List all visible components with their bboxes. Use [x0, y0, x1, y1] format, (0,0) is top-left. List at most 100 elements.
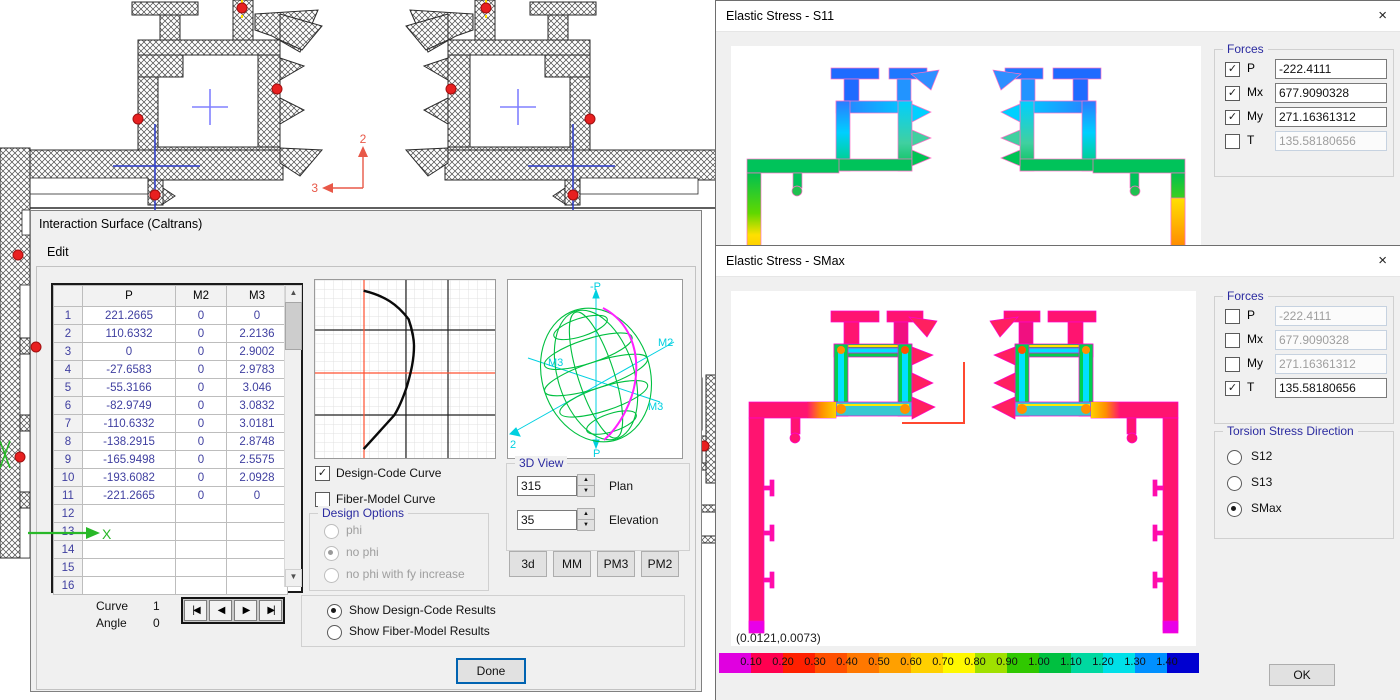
s11-window-title: Elastic Stress - S11	[726, 9, 834, 23]
table-row[interactable]: 4-27.658302.9783	[54, 361, 288, 379]
scroll-thumb[interactable]	[285, 302, 302, 350]
smax-radio[interactable]	[1227, 502, 1242, 517]
p-force-value-field[interactable]: -222.4111	[1275, 59, 1387, 79]
my-force-checkbox[interactable]	[1225, 357, 1240, 372]
table-scrollbar[interactable]: ▲ ▼	[284, 285, 301, 587]
color-scale-label: 1.40	[1156, 656, 1177, 668]
scroll-down-icon[interactable]: ▼	[285, 569, 302, 587]
p-force-checkbox[interactable]	[1225, 62, 1240, 77]
table-row[interactable]: 11-221.266500	[54, 487, 288, 505]
s11-stress-plot[interactable]	[731, 46, 1201, 246]
t-force-checkbox[interactable]	[1225, 134, 1240, 149]
table-row[interactable]: 14	[54, 541, 288, 559]
table-row[interactable]: 3002.9002	[54, 343, 288, 361]
elevation-label: Elevation	[609, 513, 658, 527]
my-force-value-field[interactable]: 271.16361312	[1275, 107, 1387, 127]
phi-radio[interactable]	[324, 524, 339, 539]
my-force-label: My	[1247, 109, 1263, 123]
view-3d-group: 3D View 315 ▲ ▼ Plan 35 ▲ ▼ Elevation	[506, 463, 690, 551]
ok-button[interactable]: OK	[1269, 664, 1335, 686]
table-row[interactable]: 16	[54, 577, 288, 595]
view-pm2-button[interactable]: PM2	[641, 551, 679, 577]
view-3d-title: 3D View	[515, 456, 567, 470]
interaction-surface-3d-view[interactable]: -P P M2 M3 M3 2	[507, 279, 683, 459]
mx-force-checkbox[interactable]	[1225, 333, 1240, 348]
show-fiber-model-radio[interactable]	[327, 625, 342, 640]
color-scale-label: 1.00	[1028, 656, 1049, 668]
color-scale-label: 1.20	[1092, 656, 1113, 668]
view-pm3-button[interactable]: PM3	[597, 551, 635, 577]
table-row[interactable]: 5-55.316603.046	[54, 379, 288, 397]
interaction-curve-plot[interactable]	[314, 279, 496, 459]
menu-edit[interactable]: Edit	[47, 245, 69, 259]
fiber-model-curve-checkbox[interactable]	[315, 492, 330, 507]
stress-color-scale: 0.100.200.300.400.500.600.700.800.901.00…	[719, 653, 1199, 673]
no-phi-fy-radio[interactable]	[324, 568, 339, 583]
mx-force-value-field[interactable]: 677.9090328	[1275, 83, 1387, 103]
mx-force-value-field[interactable]: 677.9090328	[1275, 330, 1387, 350]
p-force-checkbox[interactable]	[1225, 309, 1240, 324]
interaction-table-body: 1221.2665002110.633202.21363002.90024-27…	[54, 307, 288, 595]
axis-label-corner: 2	[510, 439, 516, 451]
view-buttons-row: 3dMMPM3PM2	[509, 551, 679, 577]
mx-force-label: Mx	[1247, 332, 1263, 346]
first-curve-button[interactable]: |◀	[184, 600, 207, 621]
color-scale-label: 0.80	[964, 656, 985, 668]
s11-forces-group: Forces P-222.4111Mx677.9090328My271.1636…	[1214, 49, 1394, 177]
view-3d-button[interactable]: 3d	[509, 551, 547, 577]
color-scale-label: 0.60	[900, 656, 921, 668]
show-design-code-label: Show Design-Code Results	[349, 603, 496, 617]
color-scale-label: 0.10	[740, 656, 761, 668]
smax-stress-plot[interactable]: (0.0121,0.0073)	[731, 291, 1196, 646]
mx-force-checkbox[interactable]	[1225, 86, 1240, 101]
prev-curve-button[interactable]: ◀	[209, 600, 232, 621]
next-curve-button[interactable]: ▶	[234, 600, 257, 621]
view-mm-button[interactable]: MM	[553, 551, 591, 577]
t-force-checkbox[interactable]	[1225, 381, 1240, 396]
my-force-value-field[interactable]: 271.16361312	[1275, 354, 1387, 374]
smax-titlebar[interactable]: Elastic Stress - SMax ×	[716, 246, 1400, 277]
plan-angle-field[interactable]: 315	[517, 476, 577, 496]
last-curve-button[interactable]: ▶|	[259, 600, 282, 621]
p-force-value-field[interactable]: -222.4111	[1275, 306, 1387, 326]
axis-label-left-m3: M3	[548, 357, 563, 369]
s12-radio-label: S12	[1251, 449, 1272, 463]
scroll-up-icon[interactable]: ▲	[285, 285, 302, 303]
close-icon[interactable]: ×	[1378, 7, 1387, 24]
table-row[interactable]: 15	[54, 559, 288, 577]
table-row[interactable]: 9-165.949802.5575	[54, 451, 288, 469]
centroid-cross-icon	[192, 89, 536, 125]
torsion-direction-title: Torsion Stress Direction	[1223, 424, 1358, 438]
table-row[interactable]: 13	[54, 523, 288, 541]
elevation-spin-down-icon[interactable]: ▼	[577, 519, 595, 531]
show-design-code-radio[interactable]	[327, 604, 342, 619]
color-scale-label: 0.70	[932, 656, 953, 668]
table-row[interactable]: 1221.266500	[54, 307, 288, 325]
color-scale-label: 0.50	[868, 656, 889, 668]
t-force-label: T	[1247, 380, 1254, 394]
p-force-label: P	[1247, 61, 1255, 75]
close-icon[interactable]: ×	[1378, 252, 1387, 269]
elevation-angle-field[interactable]: 35	[517, 510, 577, 530]
table-row[interactable]: 2110.633202.2136	[54, 325, 288, 343]
curve-navigator: |◀ ◀ ▶ ▶|	[181, 597, 285, 624]
s12-radio[interactable]	[1227, 450, 1242, 465]
p-force-label: P	[1247, 308, 1255, 322]
t-force-value-field[interactable]: 135.58180656	[1275, 378, 1387, 398]
my-force-checkbox[interactable]	[1225, 110, 1240, 125]
interaction-table: P M2 M3 1221.2665002110.633202.21363002.…	[51, 283, 303, 593]
no-phi-radio[interactable]	[324, 546, 339, 561]
s13-radio[interactable]	[1227, 476, 1242, 491]
s11-titlebar[interactable]: Elastic Stress - S11 ×	[716, 1, 1400, 32]
design-code-curve-checkbox[interactable]	[315, 466, 330, 481]
table-row[interactable]: 10-193.608202.0928	[54, 469, 288, 487]
plan-spin-down-icon[interactable]: ▼	[577, 485, 595, 497]
table-row[interactable]: 7-110.633203.0181	[54, 415, 288, 433]
t-force-value-field[interactable]: 135.58180656	[1275, 131, 1387, 151]
table-row[interactable]: 12	[54, 505, 288, 523]
done-button[interactable]: Done	[456, 658, 526, 684]
smax-forces-group: Forces P-222.4111Mx677.9090328My271.1636…	[1214, 296, 1394, 424]
interaction-surface-dialog: Interaction Surface (Caltrans) Edit P M2…	[30, 210, 702, 692]
table-row[interactable]: 6-82.974903.0832	[54, 397, 288, 415]
table-row[interactable]: 8-138.291502.8748	[54, 433, 288, 451]
